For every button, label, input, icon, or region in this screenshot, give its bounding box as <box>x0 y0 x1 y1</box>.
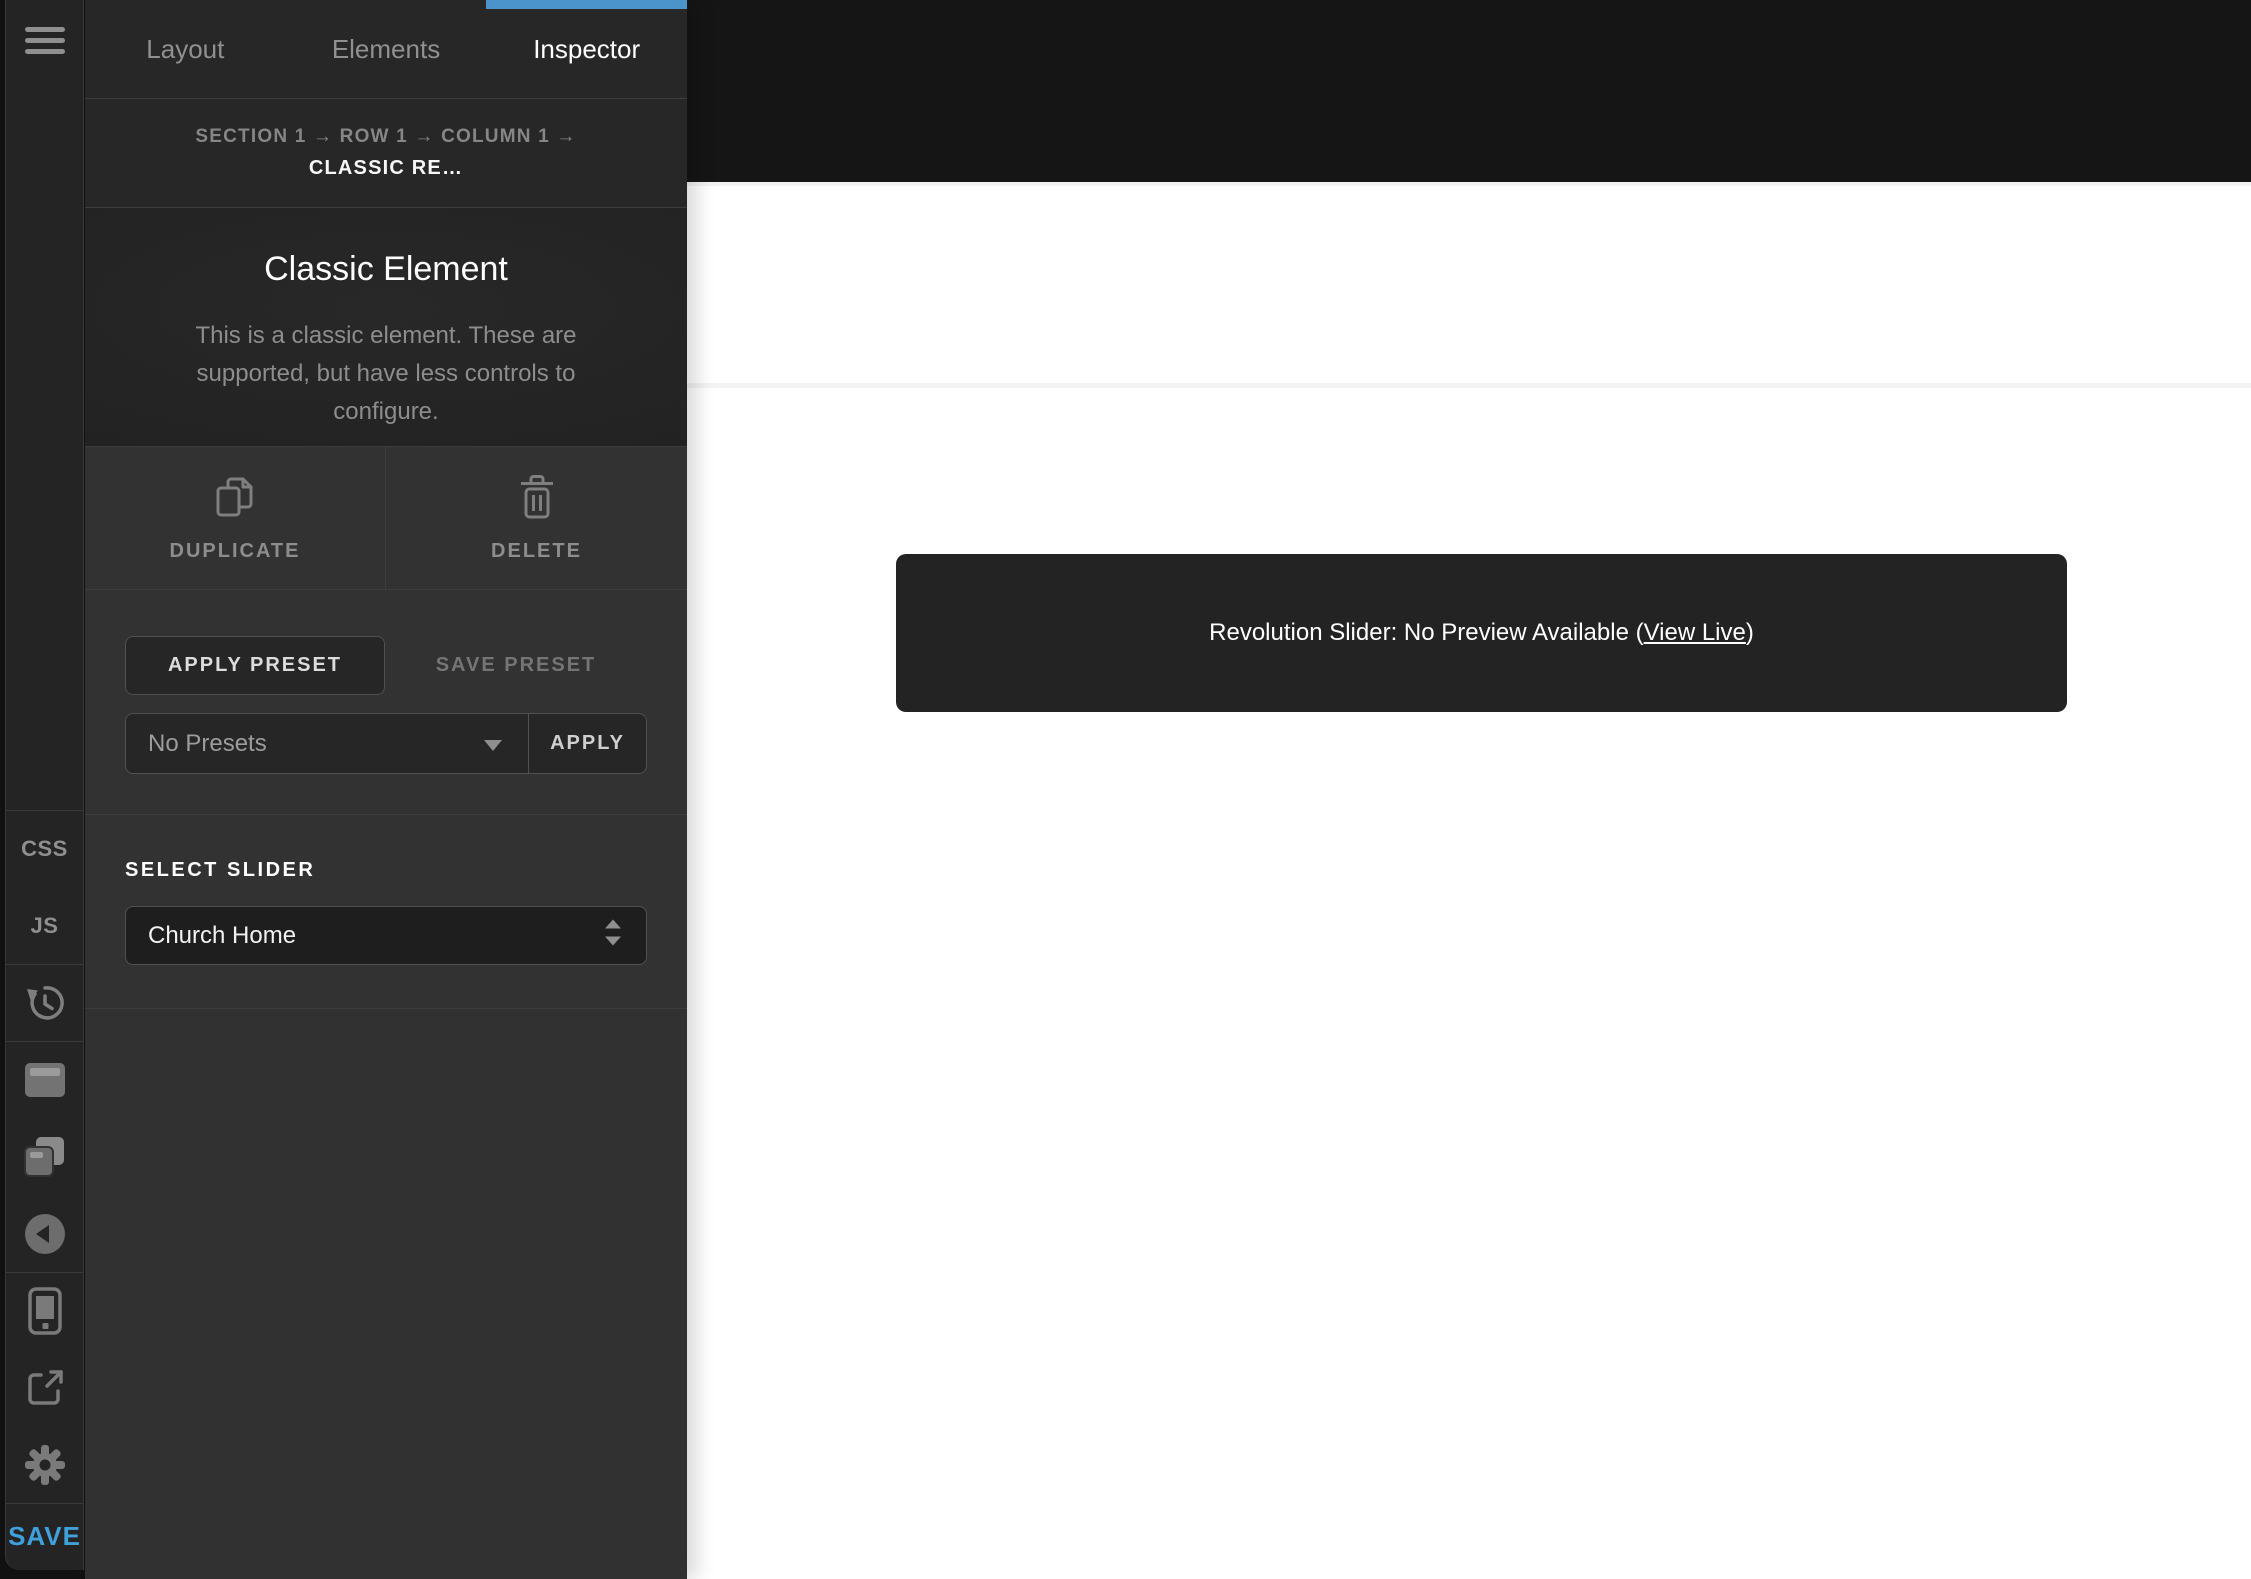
view-live-link[interactable]: View Live <box>1644 619 1746 646</box>
select-slider-field: SELECT SLIDER Church Home <box>85 815 687 1009</box>
history-button[interactable] <box>6 964 83 1041</box>
select-slider-label: SELECT SLIDER <box>125 859 647 882</box>
external-link-icon <box>24 1367 66 1409</box>
slider-message-suffix: ) <box>1746 619 1754 646</box>
tab-layout-label: Layout <box>146 34 224 65</box>
page-builder-app: CSS JS <box>0 0 2251 1579</box>
delete-button[interactable]: DELETE <box>386 447 687 589</box>
history-icon <box>24 982 66 1024</box>
save-button[interactable]: SAVE <box>6 1503 83 1570</box>
element-description: This is a classic element. These are sup… <box>85 317 687 431</box>
settings-button[interactable] <box>6 1426 83 1503</box>
preview-header-bar <box>686 0 2251 182</box>
preview-window-button[interactable] <box>6 1041 83 1118</box>
element-info-card: Classic Element This is a classic elemen… <box>85 208 687 447</box>
tab-inspector-label: Inspector <box>533 34 640 65</box>
preset-select-value: No Presets <box>148 730 267 758</box>
mobile-preview-button[interactable] <box>6 1272 83 1349</box>
duplicate-icon <box>213 474 257 525</box>
css-label: CSS <box>21 836 68 862</box>
slider-message-prefix: Revolution Slider: No Preview Available … <box>1209 619 1643 646</box>
css-button[interactable]: CSS <box>6 810 83 887</box>
browser-window-icon <box>24 1062 66 1098</box>
slider-select-value: Church Home <box>148 922 296 950</box>
left-toolbar: CSS JS <box>5 0 84 1570</box>
open-live-button[interactable] <box>6 1349 83 1426</box>
inspector-panel: Layout Elements Inspector SECTION 1 → RO… <box>85 0 687 1579</box>
breadcrumb: SECTION 1 → ROW 1 → COLUMN 1 → CLASSIC R… <box>85 99 687 208</box>
gear-icon <box>24 1444 66 1486</box>
tab-layout[interactable]: Layout <box>85 0 286 98</box>
caret-down-icon <box>484 730 502 758</box>
preset-apply-group: No Presets APPLY <box>125 713 647 774</box>
hamburger-icon <box>25 27 65 54</box>
delete-label: DELETE <box>491 540 582 563</box>
panel-empty-area <box>85 1009 687 1579</box>
slider-placeholder-text: Revolution Slider: No Preview Available … <box>1209 619 1754 647</box>
circle-arrow-left-icon <box>23 1212 67 1256</box>
panel-tabs: Layout Elements Inspector <box>85 0 687 99</box>
templates-button[interactable] <box>6 1118 83 1195</box>
preview-canvas[interactable]: Revolution Slider: No Preview Available … <box>686 182 2251 1579</box>
element-title: Classic Element <box>85 250 687 289</box>
duplicate-label: DUPLICATE <box>170 540 301 563</box>
canvas-area: Revolution Slider: No Preview Available … <box>686 0 2251 1579</box>
element-actions: DUPLICATE DELETE <box>85 447 687 590</box>
menu-button[interactable] <box>6 0 83 80</box>
trash-icon <box>518 474 556 525</box>
preset-controls: APPLY PRESET SAVE PRESET No Presets APPL… <box>85 590 687 815</box>
apply-preset-button[interactable]: APPLY PRESET <box>125 636 385 695</box>
layered-windows-icon <box>23 1136 67 1178</box>
active-tab-indicator <box>486 0 687 9</box>
apply-button[interactable]: APPLY <box>528 714 646 773</box>
breadcrumb-current: CLASSIC RE… <box>309 157 463 180</box>
tab-elements[interactable]: Elements <box>286 0 487 98</box>
js-button[interactable]: JS <box>6 887 83 964</box>
phone-icon <box>28 1287 62 1335</box>
breadcrumb-trail[interactable]: SECTION 1 → ROW 1 → COLUMN 1 → <box>195 126 576 148</box>
save-preset-button[interactable]: SAVE PRESET <box>385 654 647 677</box>
collapse-panel-button[interactable] <box>6 1195 83 1272</box>
preset-select[interactable]: No Presets <box>126 714 528 773</box>
revolution-slider-placeholder[interactable]: Revolution Slider: No Preview Available … <box>896 554 2067 712</box>
chevron-up-down-icon <box>604 919 622 952</box>
section-divider-line <box>686 383 2251 388</box>
duplicate-button[interactable]: DUPLICATE <box>85 447 386 589</box>
js-label: JS <box>31 913 59 939</box>
save-label: SAVE <box>8 1521 81 1552</box>
tab-inspector[interactable]: Inspector <box>486 0 687 98</box>
slider-select[interactable]: Church Home <box>125 906 647 965</box>
tab-elements-label: Elements <box>332 34 440 65</box>
